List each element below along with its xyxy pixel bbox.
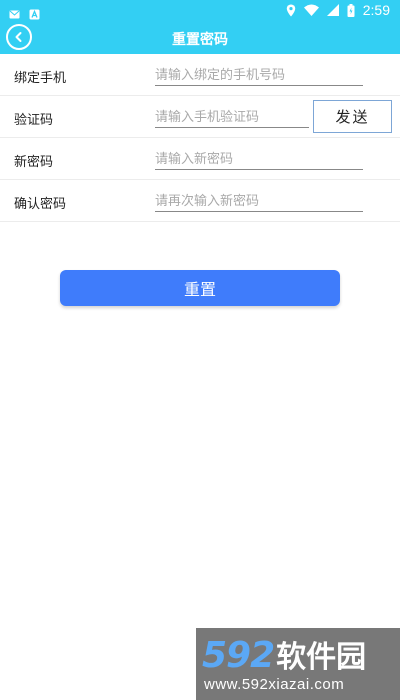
page-title: 重置密码 [172, 32, 228, 48]
app-header: 2:59 重置密码 [0, 0, 400, 54]
confirm-password-label: 确认密码 [14, 197, 67, 212]
code-input[interactable] [155, 107, 309, 128]
reset-button[interactable]: 重置 [60, 270, 340, 306]
title-bar: 重置密码 [0, 22, 400, 54]
new-password-input[interactable] [155, 149, 363, 170]
reset-password-form: 绑定手机 验证码 发送 新密码 确认密码 [0, 54, 400, 222]
signal-icon [326, 4, 339, 16]
watermark-logo-number: 592 [202, 635, 275, 676]
status-time: 2:59 [362, 2, 390, 18]
send-code-button[interactable]: 发送 [313, 100, 392, 133]
watermark: 592 软件园 www.592xiazai.com [196, 628, 400, 700]
status-right-icons: 2:59 [286, 2, 390, 18]
wifi-icon [303, 4, 319, 16]
code-label: 验证码 [14, 113, 54, 128]
confirm-password-input[interactable] [155, 191, 363, 212]
phone-row: 绑定手机 [0, 54, 400, 96]
new-password-row: 新密码 [0, 138, 400, 180]
watermark-logo: 592 软件园 [202, 632, 366, 676]
new-password-label: 新密码 [14, 155, 54, 170]
status-bar: 2:59 [0, 0, 400, 22]
code-row: 验证码 发送 [0, 96, 400, 138]
phone-label: 绑定手机 [14, 71, 67, 86]
status-left-icons [9, 5, 40, 20]
message-icon [9, 5, 20, 19]
confirm-password-row: 确认密码 [0, 180, 400, 222]
location-icon [286, 4, 296, 17]
watermark-url: www.592xiazai.com [204, 676, 345, 693]
watermark-logo-text: 软件园 [276, 640, 367, 675]
phone-input[interactable] [155, 65, 363, 86]
app-icon [29, 5, 40, 20]
battery-icon [347, 3, 355, 17]
